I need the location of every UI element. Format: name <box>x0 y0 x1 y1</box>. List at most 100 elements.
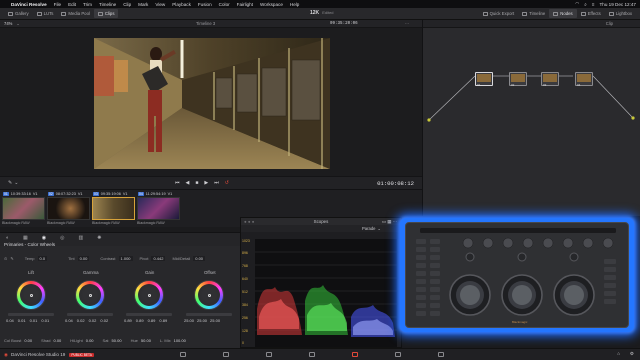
menu-playback[interactable]: Playback <box>172 2 191 7</box>
deliver-page-icon[interactable] <box>438 352 444 357</box>
offset-wheel[interactable] <box>194 280 224 310</box>
menu-fusion[interactable]: Fusion <box>198 2 212 7</box>
menu-timeline[interactable]: Timeline <box>99 2 116 7</box>
lift-value-b[interactable]: 0.01 <box>41 318 49 323</box>
gain-master-slider[interactable] <box>126 313 172 316</box>
gain-value-y[interactable]: 0.89 <box>124 318 132 323</box>
quick-export-button[interactable]: Quick Export <box>479 9 519 18</box>
node-02[interactable]: 02 <box>509 72 527 87</box>
offset-value-y[interactable]: 25.00 <box>184 318 194 323</box>
control-center-icon[interactable]: ≡ <box>592 2 595 7</box>
gamma-master-slider[interactable] <box>67 313 113 316</box>
gain-wheel[interactable] <box>134 280 164 310</box>
wheel-handle[interactable] <box>30 294 33 297</box>
go-to-end-icon[interactable]: ⏭ <box>214 180 219 186</box>
node-04[interactable]: 04 <box>575 72 593 87</box>
wifi-icon[interactable]: ◠ <box>575 1 579 7</box>
menu-view[interactable]: View <box>155 2 165 7</box>
reverse-icon[interactable]: ◀ <box>186 180 190 186</box>
menu-file[interactable]: File <box>54 2 61 7</box>
app-menu[interactable]: DaVinci Resolve <box>11 2 47 7</box>
offset-value-g[interactable]: 25.00 <box>210 318 220 323</box>
stop-icon[interactable]: ■ <box>195 180 198 186</box>
menu-clock[interactable]: Thu 19 Dec 12:47 <box>599 2 636 7</box>
nodes-button[interactable]: Nodes <box>549 9 577 18</box>
lightbox-button[interactable]: Lightbox <box>605 9 636 18</box>
loop-icon[interactable]: ↺ <box>225 180 229 186</box>
menu-trim[interactable]: Trim <box>83 2 92 7</box>
fairlight-page-icon[interactable] <box>395 352 401 357</box>
offset-master-slider[interactable] <box>186 313 232 316</box>
offset-value-r[interactable]: 25.00 <box>197 318 207 323</box>
lift-value-r[interactable]: 0.01 <box>18 318 26 323</box>
lift-value-g[interactable]: 0.01 <box>30 318 38 323</box>
menu-color[interactable]: Color <box>219 2 230 7</box>
gamma-wheel[interactable] <box>75 280 105 310</box>
play-icon[interactable]: ▶ <box>204 180 208 186</box>
effects-button[interactable]: Effects <box>577 9 605 18</box>
clips-button[interactable]: Clips <box>93 9 119 18</box>
clip-01[interactable]: 01 10:39:33:16 V1 Blackmagic RAW <box>2 191 45 227</box>
wheel-handle[interactable] <box>89 294 92 297</box>
col-boost-field[interactable]: 0.00 <box>24 338 32 343</box>
gamma-value-b[interactable]: 0.02 <box>100 318 108 323</box>
clip-03[interactable]: 03 09:35:19:06 V1 Blackmagic RAW <box>92 191 135 227</box>
auto-balance-icon[interactable]: ⊙ <box>4 256 7 261</box>
menu-clip[interactable]: Clip <box>123 2 131 7</box>
clip-04[interactable]: 04 11:29:54:19 V1 Blackmagic RAW <box>137 191 180 227</box>
zoom-level[interactable]: 74% <box>4 21 12 26</box>
gain-value-g[interactable]: 0.89 <box>148 318 156 323</box>
chevron-down-icon[interactable]: ⌄ <box>14 180 18 186</box>
sat-field[interactable]: 50.00 <box>112 338 122 343</box>
node-01[interactable]: 01 <box>475 72 493 87</box>
menu-help[interactable]: Help <box>290 2 299 7</box>
search-icon[interactable]: ⌕ <box>584 2 587 7</box>
shad-field[interactable]: 0.00 <box>53 338 61 343</box>
node-mode[interactable]: Clip <box>606 21 613 26</box>
menu-workspace[interactable]: Workspace <box>260 2 283 7</box>
hue-field[interactable]: 50.00 <box>141 338 151 343</box>
picker-icon[interactable]: ✎ <box>8 180 12 186</box>
media-page-icon[interactable] <box>180 352 186 357</box>
gallery-button[interactable]: Gallery <box>4 9 33 18</box>
gear-icon[interactable]: ⚙ <box>630 351 634 357</box>
gamma-value-r[interactable]: 0.02 <box>77 318 85 323</box>
color-page-icon[interactable] <box>352 352 358 357</box>
contrast-field[interactable]: 1.000 <box>118 256 133 261</box>
media-pool-button[interactable]: Media Pool <box>57 9 94 18</box>
scope-mode-select[interactable]: Parade <box>362 226 376 231</box>
color-match-icon[interactable]: ▦ <box>23 235 28 241</box>
menu-fairlight[interactable]: Fairlight <box>237 2 253 7</box>
wheel-handle[interactable] <box>208 294 211 297</box>
home-icon[interactable]: ⌂ <box>617 351 620 356</box>
rgb-mixer-icon[interactable]: ▥ <box>79 235 84 241</box>
gamma-value-y[interactable]: 0.04 <box>65 318 73 323</box>
go-to-start-icon[interactable]: ⏮ <box>175 180 180 186</box>
motion-effects-icon[interactable]: ✺ <box>97 235 101 241</box>
color-wheels-icon[interactable]: ◉ <box>42 235 46 241</box>
node-03[interactable]: 03 <box>541 72 559 87</box>
lmix-field[interactable]: 100.00 <box>174 338 186 343</box>
camera-raw-icon[interactable]: ◐ <box>6 235 9 241</box>
viewer-frame[interactable] <box>94 38 330 169</box>
menu-edit[interactable]: Edit <box>68 2 76 7</box>
hilight-field[interactable]: 0.00 <box>86 338 94 343</box>
scopes-layout-icon[interactable]: ▭ ▦ ⋯ <box>382 219 397 225</box>
lift-value-y[interactable]: 0.04 <box>6 318 14 323</box>
luts-button[interactable]: LUTs <box>33 9 58 18</box>
hdr-icon[interactable]: ◎ <box>60 235 64 241</box>
gain-value-r[interactable]: 0.89 <box>136 318 144 323</box>
gain-value-b[interactable]: 0.89 <box>159 318 167 323</box>
chevron-down-icon[interactable]: ⌄ <box>377 226 381 231</box>
temp-field[interactable]: 0.0 <box>37 256 48 261</box>
gamma-value-g[interactable]: 0.02 <box>89 318 97 323</box>
edit-page-icon[interactable] <box>266 352 272 357</box>
clip-02[interactable]: 02 08:07:32:23 V1 Blackmagic RAW <box>47 191 90 227</box>
node-editor[interactable]: Clip 01 02 03 04 <box>422 20 640 216</box>
window-controls[interactable]: ● ● ● <box>244 219 254 224</box>
fusion-page-icon[interactable] <box>309 352 315 357</box>
menu-mark[interactable]: Mark <box>138 2 148 7</box>
chevron-down-icon[interactable]: ⌄ <box>16 21 20 26</box>
pivot-field[interactable]: 0.442 <box>151 256 166 261</box>
lift-master-slider[interactable] <box>8 313 54 316</box>
